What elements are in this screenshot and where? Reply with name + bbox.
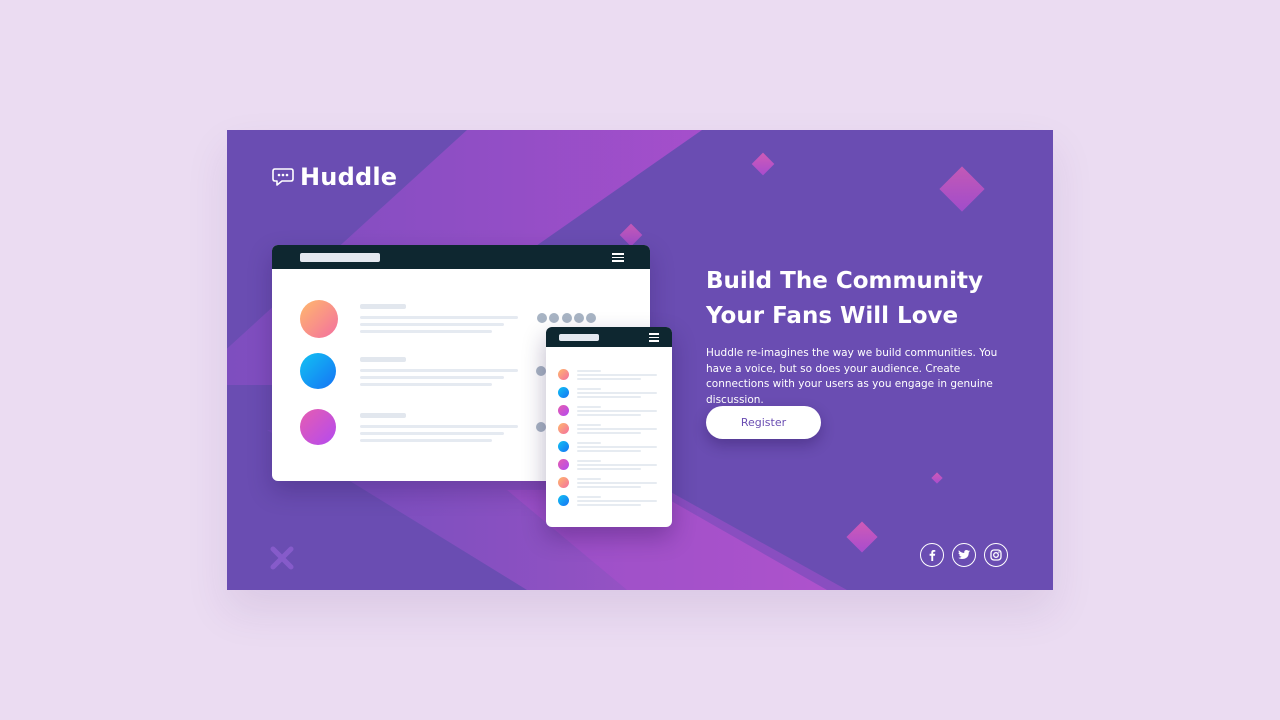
- text-placeholder: [360, 304, 406, 309]
- text-placeholder: [577, 370, 601, 372]
- address-bar: [300, 253, 380, 262]
- text-placeholder: [577, 432, 641, 434]
- cross-shape: [270, 546, 294, 570]
- text-placeholder: [577, 482, 657, 484]
- text-placeholder: [577, 442, 601, 444]
- dot: [574, 313, 584, 323]
- browser-top-bar: [272, 245, 650, 269]
- text-placeholder: [577, 374, 657, 376]
- instagram-icon: [990, 549, 1002, 561]
- text-placeholder: [360, 316, 518, 319]
- facebook-link[interactable]: [920, 543, 944, 567]
- text-placeholder: [577, 428, 657, 430]
- hero-description: Huddle re-imagines the way we build comm…: [706, 347, 998, 406]
- avatar: [300, 300, 338, 338]
- text-placeholder: [577, 446, 657, 448]
- text-placeholder: [360, 432, 504, 435]
- dot: [536, 422, 546, 432]
- text-placeholder: [577, 378, 641, 380]
- avatar: [558, 459, 569, 470]
- text-placeholder: [577, 414, 641, 416]
- text-placeholder: [577, 388, 601, 390]
- text-placeholder: [577, 468, 641, 470]
- text-placeholder: [360, 413, 406, 418]
- facebook-icon: [929, 550, 936, 561]
- twitter-link[interactable]: [952, 543, 976, 567]
- register-button[interactable]: Register: [706, 406, 821, 439]
- avatar: [558, 441, 569, 452]
- headline-line-2: Your Fans Will Love: [706, 303, 959, 329]
- dot: [537, 313, 547, 323]
- mobile-top-bar: [546, 327, 672, 347]
- text-placeholder: [577, 504, 641, 506]
- text-placeholder: [577, 450, 641, 452]
- text-placeholder: [577, 478, 601, 480]
- diamond-shape: [939, 166, 985, 212]
- avatar: [558, 369, 569, 380]
- text-placeholder: [360, 376, 504, 379]
- text-placeholder: [577, 396, 641, 398]
- hero-card: Huddle Build The Community Your Fans Wil…: [227, 130, 1053, 590]
- dot: [562, 313, 572, 323]
- avatar: [558, 495, 569, 506]
- diamond-shape: [931, 472, 943, 484]
- text-placeholder: [360, 369, 518, 372]
- text-placeholder: [360, 383, 492, 386]
- avatar: [558, 423, 569, 434]
- dot: [586, 313, 596, 323]
- page-headline: Build The Community Your Fans Will Love: [706, 264, 1006, 334]
- diamond-shape: [846, 521, 878, 553]
- text-placeholder: [577, 460, 601, 462]
- avatar: [300, 409, 336, 445]
- text-placeholder: [360, 330, 492, 333]
- avatar: [558, 405, 569, 416]
- dot: [536, 366, 546, 376]
- avatar: [558, 477, 569, 488]
- chat-bubble-icon: [272, 168, 294, 186]
- text-placeholder: [360, 357, 406, 362]
- instagram-link[interactable]: [984, 543, 1008, 567]
- text-placeholder: [577, 464, 657, 466]
- mobile-mockup-illustration: [546, 327, 672, 527]
- text-placeholder: [360, 323, 504, 326]
- brand-logo[interactable]: Huddle: [272, 163, 397, 191]
- headline-line-1: Build The Community: [706, 268, 984, 294]
- text-placeholder: [360, 425, 518, 428]
- text-placeholder: [577, 500, 657, 502]
- hamburger-menu-icon: [649, 333, 659, 342]
- text-placeholder: [577, 410, 657, 412]
- diamond-shape: [619, 223, 643, 247]
- text-placeholder: [577, 486, 641, 488]
- brand-name: Huddle: [300, 163, 398, 191]
- diamond-shape: [751, 152, 775, 176]
- address-bar: [559, 334, 599, 341]
- text-placeholder: [577, 496, 601, 498]
- avatar: [558, 387, 569, 398]
- twitter-icon: [958, 550, 970, 559]
- text-placeholder: [577, 406, 601, 408]
- text-placeholder: [577, 392, 657, 394]
- hamburger-menu-icon: [612, 253, 624, 262]
- text-placeholder: [577, 424, 601, 426]
- dot: [549, 313, 559, 323]
- text-placeholder: [360, 439, 492, 442]
- avatar: [300, 353, 336, 389]
